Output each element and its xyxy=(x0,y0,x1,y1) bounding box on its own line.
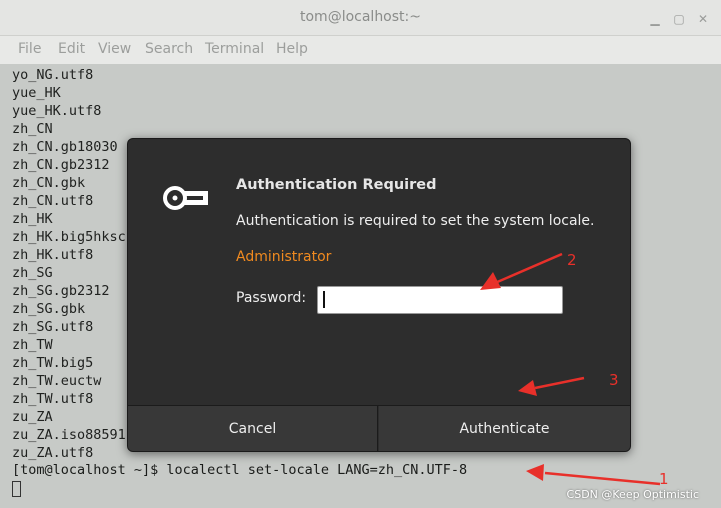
annotation-marker-2: 2 xyxy=(567,251,577,269)
authenticate-button[interactable]: Authenticate xyxy=(379,406,630,451)
terminal-line: zh_CN.gbk xyxy=(12,175,86,191)
menu-file[interactable]: File xyxy=(18,41,41,57)
annotation-marker-1: 1 xyxy=(659,470,669,488)
menu-edit[interactable]: Edit xyxy=(58,41,85,57)
maximize-button[interactable]: ▢ xyxy=(671,11,687,27)
command-prompt-line: [tom@localhost ~]$ localectl set-locale … xyxy=(12,462,468,478)
menu-search[interactable]: Search xyxy=(145,41,193,57)
terminal-line: zu_ZA.utf8 xyxy=(12,445,94,461)
terminal-line: zh_TW.utf8 xyxy=(12,391,94,407)
terminal-line: zh_CN.utf8 xyxy=(12,193,94,209)
close-button[interactable]: ✕ xyxy=(695,11,711,27)
dialog-message: Authentication is required to set the sy… xyxy=(236,213,595,229)
terminal-line: zh_HK.utf8 xyxy=(12,247,94,263)
terminal-line: zu_ZA xyxy=(12,409,53,425)
menu-view[interactable]: View xyxy=(98,41,131,57)
dialog-title: Authentication Required xyxy=(236,177,437,193)
menu-bar: File Edit View Search Terminal Help xyxy=(0,36,721,64)
minimize-button[interactable]: ▁ xyxy=(647,11,663,27)
key-icon xyxy=(163,186,208,210)
terminal-line: zh_SG.utf8 xyxy=(12,319,94,335)
terminal-line: zh_SG.gbk xyxy=(12,301,86,317)
dialog-button-bar: Cancel Authenticate xyxy=(128,405,630,451)
terminal-line: zh_HK.big5hkscs xyxy=(12,229,134,245)
title-bar: tom@localhost:~ ▁ ▢ ✕ xyxy=(0,0,721,36)
terminal-line: zh_CN.gb18030 xyxy=(12,139,118,155)
terminal-line: zu_ZA.iso88591 xyxy=(12,427,126,443)
dialog-user: Administrator xyxy=(236,249,332,265)
cancel-button[interactable]: Cancel xyxy=(128,406,378,451)
password-label: Password: xyxy=(236,290,307,306)
terminal-line: zh_CN xyxy=(12,121,53,137)
terminal-line: zh_TW.euctw xyxy=(12,373,102,389)
terminal-cursor xyxy=(12,481,21,497)
authentication-dialog: Authentication Required Authentication i… xyxy=(127,138,631,452)
terminal-line: yue_HK xyxy=(12,85,61,101)
terminal-line: yo_NG.utf8 xyxy=(12,67,94,83)
annotation-marker-3: 3 xyxy=(609,371,619,389)
watermark: CSDN @Keep Optimistic xyxy=(566,488,699,501)
terminal-line: zh_HK xyxy=(12,211,53,227)
window-title: tom@localhost:~ xyxy=(300,9,421,25)
terminal-line: zh_CN.gb2312 xyxy=(12,157,110,173)
password-caret xyxy=(323,291,325,308)
menu-terminal[interactable]: Terminal xyxy=(205,41,264,57)
menu-help[interactable]: Help xyxy=(276,41,308,57)
terminal-line: zh_TW xyxy=(12,337,53,353)
password-input[interactable] xyxy=(317,286,563,314)
terminal-line: zh_SG xyxy=(12,265,53,281)
terminal-line: zh_SG.gb2312 xyxy=(12,283,110,299)
terminal-line: yue_HK.utf8 xyxy=(12,103,102,119)
terminal-line: zh_TW.big5 xyxy=(12,355,94,371)
